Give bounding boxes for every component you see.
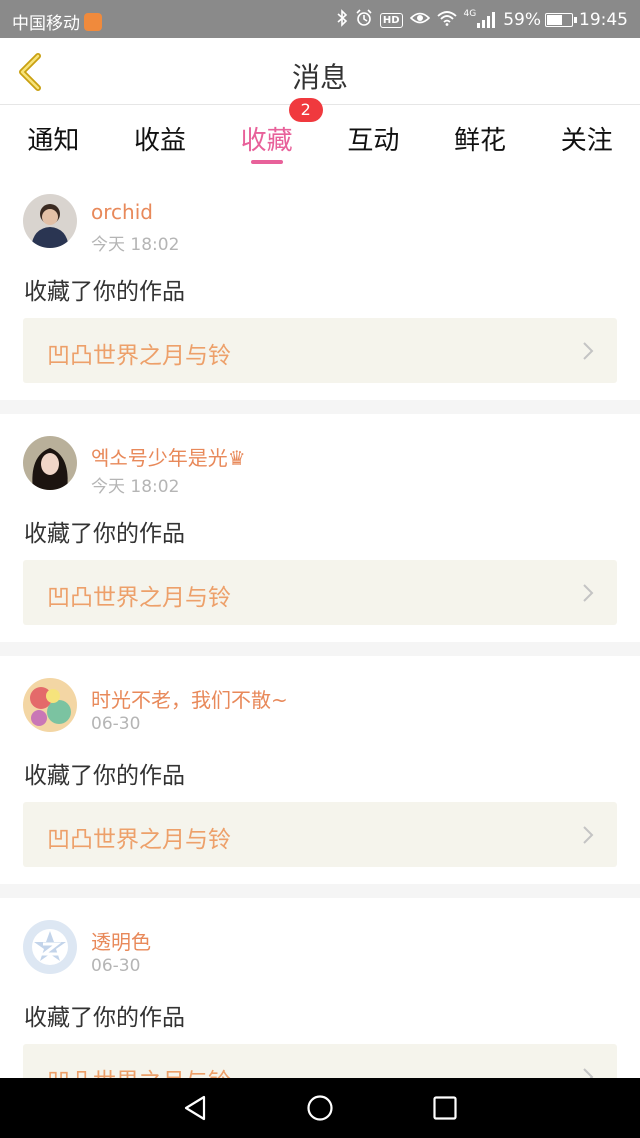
chevron-right-icon (583, 1068, 594, 1078)
tab-notifications[interactable]: 通知 (0, 106, 107, 172)
tab-label: 通知 (27, 126, 80, 156)
avatar[interactable] (23, 920, 77, 974)
work-title: 凹凸世界之月与铃 (47, 1062, 231, 1078)
timestamp: 今天 18:02 (91, 235, 180, 255)
recents-square-icon (433, 1096, 457, 1120)
list-item: 时光不老，我们不散~ 06-30 收藏了你的作品 凹凸世界之月与铃 (0, 656, 640, 884)
avatar[interactable] (23, 194, 77, 248)
message-feed[interactable]: orchid 今天 18:02 收藏了你的作品 凹凸世界之月与铃 엑소号少年是光… (0, 172, 640, 1078)
message-text: 收藏了你的作品 (24, 521, 185, 547)
wifi-icon (436, 10, 457, 30)
network-type-label: 4G (463, 9, 477, 19)
clock: 19:45 (579, 10, 628, 30)
list-item: 엑소号少年是光♛ 今天 18:02 收藏了你的作品 凹凸世界之月与铃 (0, 414, 640, 642)
tab-earnings[interactable]: 收益 (107, 106, 214, 172)
battery-fill (547, 15, 563, 25)
user-name[interactable]: 엑소号少年是光♛ (91, 442, 246, 471)
avatar[interactable] (23, 436, 77, 490)
nav-home-button[interactable] (305, 1093, 335, 1123)
avatar[interactable] (23, 678, 77, 732)
tab-label: 收藏 (240, 126, 293, 156)
back-triangle-icon (184, 1095, 206, 1121)
timestamp: 06-30 (91, 956, 141, 976)
tab-label: 收益 (134, 126, 187, 156)
work-title: 凹凸世界之月与铃 (47, 827, 231, 853)
tab-bar: 通知 收益 收藏 2 互动 鲜花 关注 (0, 98, 640, 172)
battery-icon (545, 13, 577, 27)
tab-follows[interactable]: 关注 (533, 106, 640, 172)
work-link[interactable]: 凹凸世界之月与铃 (23, 802, 617, 867)
tab-label: 互动 (347, 126, 400, 156)
work-title: 凹凸世界之月与铃 (47, 343, 231, 369)
user-name[interactable]: orchid (91, 200, 153, 224)
chevron-right-icon (583, 342, 594, 360)
unread-badge: 2 (288, 98, 323, 122)
user-name[interactable]: 时光不老，我们不散~ (91, 684, 288, 713)
list-item: 透明色 06-30 收藏了你的作品 凹凸世界之月与铃 (0, 898, 640, 1078)
user-name[interactable]: 透明色 (91, 926, 151, 955)
system-nav-bar (0, 1078, 640, 1138)
nav-back-button[interactable] (180, 1093, 210, 1123)
tab-flowers[interactable]: 鲜花 (427, 106, 534, 172)
tab-label: 关注 (560, 126, 613, 156)
active-tab-indicator (250, 160, 283, 164)
status-bar-left: 中国移动 (12, 9, 102, 34)
timestamp: 今天 18:02 (91, 477, 180, 497)
tab-label: 鲜花 (454, 126, 507, 156)
hd-icon: HD (379, 12, 403, 28)
carrier-label: 中国移动 (12, 14, 80, 34)
alarm-icon (355, 9, 373, 31)
message-text: 收藏了你的作品 (24, 279, 185, 305)
app-header: 消息 (0, 38, 640, 105)
work-title: 凹凸世界之月与铃 (47, 585, 231, 611)
message-text: 收藏了你的作品 (24, 763, 185, 789)
tab-interactions[interactable]: 互动 (320, 106, 427, 172)
message-text: 收藏了你的作品 (24, 1005, 185, 1031)
chevron-right-icon (583, 584, 594, 602)
status-bar-right: HD 4G 59% 19:45 (336, 9, 628, 31)
tab-favorites[interactable]: 收藏 2 (213, 98, 323, 172)
page-title: 消息 (291, 61, 348, 94)
list-item: orchid 今天 18:02 收藏了你的作品 凹凸世界之月与铃 (0, 172, 640, 400)
nav-recents-button[interactable] (430, 1093, 460, 1123)
app-notification-icon (84, 12, 102, 31)
status-bar: 中国移动 HD 4G 59% 19:45 (0, 0, 640, 38)
work-link[interactable]: 凹凸世界之月与铃 (23, 318, 617, 383)
chevron-right-icon (583, 826, 594, 844)
work-link[interactable]: 凹凸世界之月与铃 (23, 560, 617, 625)
bluetooth-icon (336, 9, 348, 31)
signal-icon (477, 12, 497, 28)
home-circle-icon (307, 1095, 333, 1121)
eye-icon (409, 11, 430, 29)
battery-percent: 59% (503, 10, 541, 30)
work-link[interactable]: 凹凸世界之月与铃 (23, 1044, 617, 1078)
timestamp: 06-30 (91, 714, 141, 734)
